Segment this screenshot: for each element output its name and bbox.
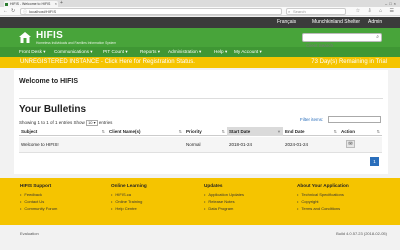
search-icon: ⌕ xyxy=(288,9,291,14)
cell-subject: Welcome to HIFIS! xyxy=(21,142,59,147)
footer-link-feedback[interactable]: Feedback xyxy=(20,191,57,198)
col-action: Action ⇅ xyxy=(339,127,382,136)
app-logo-subtitle: Homeless Individuals and Families Inform… xyxy=(36,41,117,45)
tab-title: HIFIS - Welcome to HIFIS xyxy=(10,2,51,6)
footer-heading: About Your Application xyxy=(297,183,349,188)
col-start-date[interactable]: Start Date ▼ xyxy=(227,127,283,136)
col-end-date-label: End Date xyxy=(285,129,305,134)
table-header: Subject ⇅ Client Name(s) ⇅ Priority ⇅ Start… xyxy=(19,127,382,136)
window-controls[interactable]: –□× xyxy=(385,0,398,7)
footer-col-about: About Your Application Technical Specifi… xyxy=(297,183,349,212)
trial-remaining-text: 73 Day(s) Remaining in Trial xyxy=(311,59,387,65)
app-logo-text[interactable]: HIFIS xyxy=(36,31,63,41)
sort-icon: ⇅ xyxy=(101,129,105,134)
content-panel: Welcome to HIFIS Your Bulletins Showing … xyxy=(14,70,388,174)
col-client-names[interactable]: Client Name(s) ⇅ xyxy=(107,127,184,136)
browser-search-field[interactable]: ⌕ Search xyxy=(286,8,346,15)
cell-end-date: 2024-01-24 xyxy=(285,142,309,147)
entries-info-prefix: Showing 1 to 1 of 1 entries Show xyxy=(19,120,85,125)
footer-link-release-notes[interactable]: Release Notes xyxy=(204,198,244,205)
sort-desc-icon: ▼ xyxy=(277,129,281,134)
site-link[interactable]: Munchkinland Shelter xyxy=(312,17,360,28)
search-icon[interactable]: ⌕ xyxy=(376,34,379,41)
menu-front-desk[interactable]: Front Desk ▾ xyxy=(19,47,46,57)
envelope-icon: ✉ xyxy=(348,141,353,147)
col-priority-label: Priority xyxy=(186,129,202,134)
info-icon: ⓘ xyxy=(23,9,27,14)
footer-col-support: HIFIS Support Feedback Contact Us Commun… xyxy=(20,183,57,212)
cell-start-date: 2018-01-24 xyxy=(229,142,253,147)
client-search-box: ⌕ xyxy=(302,33,382,49)
sort-icon: ⇅ xyxy=(333,129,337,134)
toolbar-icons[interactable]: ☆ ⇩ ⌂ ☰ xyxy=(356,8,397,15)
footer-link-terms[interactable]: Terms and Conditions xyxy=(297,205,349,212)
footer-link-data-program[interactable]: Data Program xyxy=(204,205,244,212)
user-menu[interactable]: Admin xyxy=(368,17,382,28)
menu-administration[interactable]: Administration ▾ xyxy=(168,47,201,57)
app-header: HIFIS Homeless Individuals and Families … xyxy=(0,28,400,49)
footer-link-contact[interactable]: Contact Us xyxy=(20,198,57,205)
browser-search-placeholder: Search xyxy=(293,9,306,14)
environment-label: Evaluation xyxy=(20,231,39,236)
col-client-names-label: Client Name(s) xyxy=(109,129,141,134)
menu-help[interactable]: Help ▾ xyxy=(214,47,227,57)
footer-link-hifis-ca[interactable]: HIFIS.ca xyxy=(111,191,147,198)
url-bar[interactable]: ⓘ localhost/HIFIS xyxy=(20,8,282,15)
footer-link-forum[interactable]: Community Forum xyxy=(20,205,57,212)
view-bulletin-button[interactable]: ✉ xyxy=(346,140,355,148)
bottom-bar: Evaluation Build 4.0.57.23 (2018-02-05) xyxy=(0,225,400,250)
cell-client xyxy=(107,137,109,153)
divider xyxy=(19,98,383,99)
browser-navbar: ← ↻ ⓘ localhost/HIFIS ⌕ Search ☆ ⇩ ⌂ ☰ xyxy=(0,7,400,16)
build-version: Build 4.0.57.23 (2018-02-05) xyxy=(336,231,387,236)
footer-col-updates: Updates Application Updates Release Note… xyxy=(204,183,244,212)
table-row[interactable]: Welcome to HIFIS! Normal 2018-01-24 2024… xyxy=(19,137,382,153)
footer-col-learning: Online Learning HIFIS.ca Online Training… xyxy=(111,183,147,212)
sort-icon: ⇅ xyxy=(178,129,182,134)
house-logo-icon xyxy=(19,32,31,43)
col-start-date-label: Start Date xyxy=(229,129,251,134)
page-size-select[interactable]: 10 ▾ xyxy=(86,120,98,126)
col-end-date[interactable]: End Date ⇅ xyxy=(283,127,339,136)
user-bar: Français Munchkinland Shelter Admin xyxy=(0,17,400,28)
col-action-label: Action xyxy=(341,129,355,134)
filter-label: Filter items: xyxy=(300,117,324,122)
cell-priority: Normal xyxy=(186,142,201,147)
menu-my-account[interactable]: My Account ▾ xyxy=(234,47,262,57)
page-title: Welcome to HIFIS xyxy=(19,78,78,85)
favicon-icon xyxy=(5,2,8,6)
footer-heading: HIFIS Support xyxy=(20,183,52,188)
col-subject-label: Subject xyxy=(21,129,38,134)
main-menu: Front Desk ▾ Communications ▾ PIT Count … xyxy=(0,47,400,57)
entries-info-suffix: entries xyxy=(98,120,113,125)
bulletins-heading: Your Bulletins xyxy=(19,104,87,115)
language-link[interactable]: Français xyxy=(277,17,296,28)
filter-input[interactable] xyxy=(328,116,381,123)
footer-link-help-centre[interactable]: Help Centre xyxy=(111,205,147,212)
registration-status-link[interactable]: UNREGISTERED INSTANCE - Click Here for R… xyxy=(20,57,195,68)
menu-reports[interactable]: Reports ▾ xyxy=(140,47,160,57)
back-icon[interactable]: ← xyxy=(3,8,8,15)
footer-link-copyright[interactable]: Copyright xyxy=(297,198,349,205)
footer-heading: Online Learning xyxy=(111,183,147,188)
refresh-icon[interactable]: ↻ xyxy=(11,8,15,15)
footer-link-app-updates[interactable]: Application Updates xyxy=(204,191,244,198)
entries-info: Showing 1 to 1 of 1 entries Show 10 ▾ en… xyxy=(19,120,112,126)
registration-banner[interactable]: UNREGISTERED INSTANCE - Click Here for R… xyxy=(0,57,400,68)
new-tab-button[interactable]: + xyxy=(60,0,63,7)
browser-tabstrip: HIFIS - Welcome to HIFIS × + –□× xyxy=(0,0,400,7)
footer-link-training[interactable]: Online Training xyxy=(111,198,147,205)
menu-communications[interactable]: Communications ▾ xyxy=(54,47,93,57)
url-text: localhost/HIFIS xyxy=(29,9,57,14)
col-subject[interactable]: Subject ⇅ xyxy=(19,127,107,136)
footer: HIFIS Support Feedback Contact Us Commun… xyxy=(0,178,400,225)
page-size-value: 10 xyxy=(88,120,93,125)
sort-icon: ⇅ xyxy=(376,129,380,134)
footer-link-tech-specs[interactable]: Technical Specifications xyxy=(297,191,349,198)
sort-icon: ⇅ xyxy=(221,129,225,134)
col-priority[interactable]: Priority ⇅ xyxy=(184,127,227,136)
page-1-button[interactable]: 1 xyxy=(370,157,379,166)
menu-pit-count[interactable]: PIT Count ▾ xyxy=(103,47,128,57)
footer-heading: Updates xyxy=(204,183,223,188)
